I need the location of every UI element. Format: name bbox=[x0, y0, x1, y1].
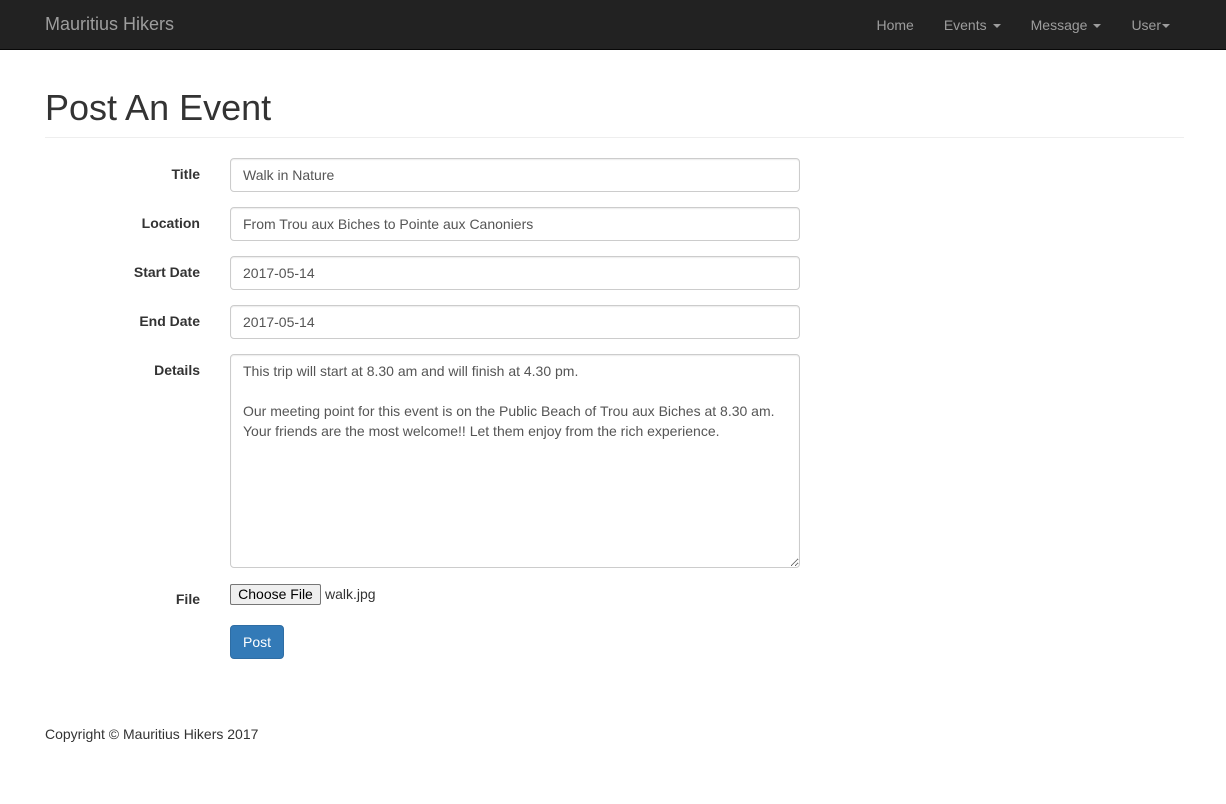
nav-menu: Home Events Message User bbox=[861, 0, 1185, 50]
nav-item-message-label: Message bbox=[1030, 17, 1088, 33]
caret-down-icon bbox=[1162, 24, 1170, 28]
nav-item-user-label: User bbox=[1131, 17, 1161, 33]
nav-item-events-dropdown[interactable]: Events bbox=[929, 0, 1016, 50]
details-label: Details bbox=[154, 362, 200, 378]
choose-file-button[interactable]: Choose File bbox=[230, 584, 321, 605]
brand-link[interactable]: Mauritius Hikers bbox=[45, 14, 174, 34]
nav-item-user-dropdown[interactable]: User bbox=[1116, 0, 1185, 50]
page-title: Post An Event bbox=[45, 87, 272, 128]
file-label: File bbox=[175, 591, 200, 607]
end-date-label: End Date bbox=[139, 313, 200, 329]
location-label: Location bbox=[141, 215, 200, 231]
details-textarea[interactable]: This trip will start at 8.30 am and will… bbox=[230, 354, 800, 568]
top-navbar: Mauritius Hikers Home Events Message Use… bbox=[0, 0, 1226, 50]
start-date-label: Start Date bbox=[133, 264, 200, 280]
title-input[interactable] bbox=[230, 158, 800, 192]
title-divider bbox=[45, 137, 1184, 138]
title-label: Title bbox=[171, 166, 200, 182]
post-button[interactable]: Post bbox=[230, 625, 284, 659]
caret-down-icon bbox=[1093, 24, 1102, 28]
nav-item-home-label: Home bbox=[876, 17, 914, 33]
footer-copyright: Copyright © Mauritius Hikers 2017 bbox=[45, 726, 259, 742]
selected-file-name: walk.jpg bbox=[325, 586, 376, 602]
end-date-input[interactable] bbox=[230, 305, 800, 339]
nav-item-home[interactable]: Home bbox=[861, 0, 928, 50]
location-input[interactable] bbox=[230, 207, 800, 241]
start-date-input[interactable] bbox=[230, 256, 800, 290]
caret-down-icon bbox=[992, 24, 1001, 28]
nav-item-events-label: Events bbox=[943, 17, 987, 33]
nav-item-message-dropdown[interactable]: Message bbox=[1016, 0, 1117, 50]
